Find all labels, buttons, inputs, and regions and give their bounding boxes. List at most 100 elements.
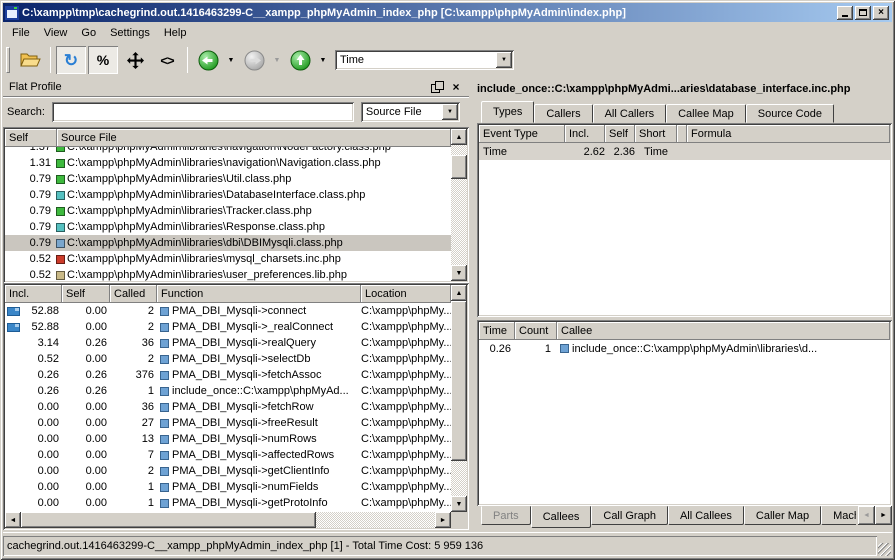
column-header-count[interactable]: Count	[515, 322, 557, 340]
menu-view[interactable]: View	[37, 24, 75, 42]
tab-scroll-right-button[interactable]: ►	[875, 506, 892, 525]
scrollbar-thumb[interactable]	[21, 512, 316, 528]
scroll-right-button[interactable]: ►	[435, 512, 451, 528]
menu-help[interactable]: Help	[157, 24, 194, 42]
function-row[interactable]: 52.880.002PMA_DBI_Mysqli->_realConnectC:…	[5, 319, 451, 335]
float-dock-icon[interactable]	[431, 81, 443, 92]
function-row[interactable]: 0.000.007PMA_DBI_Mysqli->affectedRowsC:\…	[5, 447, 451, 463]
vertical-scrollbar[interactable]: ▲ ▼	[451, 285, 467, 512]
up-dropdown-arrow[interactable]: ▼	[317, 46, 329, 74]
function-row[interactable]: 0.000.0013PMA_DBI_Mysqli->numRowsC:\xamp…	[5, 431, 451, 447]
toolbar-handle[interactable]	[6, 47, 10, 73]
scrollbar-thumb[interactable]	[451, 301, 467, 461]
column-header-formula[interactable]: Formula	[687, 125, 890, 143]
forward-dropdown-arrow[interactable]: ▼	[271, 46, 283, 74]
open-file-button[interactable]	[15, 46, 45, 74]
scroll-down-button[interactable]: ▼	[451, 265, 467, 281]
source-file-row[interactable]: 1.31C:\xampp\phpMyAdmin\libraries\naviga…	[5, 155, 451, 171]
source-file-row[interactable]: 0.79C:\xampp\phpMyAdmin\libraries\Respon…	[5, 219, 451, 235]
column-header-source-file[interactable]: Source File	[57, 129, 451, 147]
horizontal-scrollbar[interactable]: ◄ ►	[5, 512, 451, 528]
tab-parts[interactable]: Parts	[481, 506, 531, 525]
back-button[interactable]	[193, 46, 223, 74]
shorten-templates-button[interactable]: <>	[152, 46, 182, 74]
cycle-grouping-button[interactable]: ↻	[56, 46, 86, 74]
source-file-row[interactable]: 0.79C:\xampp\phpMyAdmin\libraries\Tracke…	[5, 203, 451, 219]
tab-machine[interactable]: Machine	[821, 506, 856, 525]
function-row[interactable]: 0.520.002PMA_DBI_Mysqli->selectDbC:\xamp…	[5, 351, 451, 367]
tab-callers[interactable]: Callers	[534, 104, 592, 123]
column-header-spacer[interactable]	[677, 125, 687, 143]
column-header-time[interactable]: Time	[479, 322, 515, 340]
scroll-left-button[interactable]: ◄	[5, 512, 21, 528]
function-row[interactable]: 52.880.002PMA_DBI_Mysqli->connectC:\xamp…	[5, 303, 451, 319]
menu-go[interactable]: Go	[74, 24, 103, 42]
tab-all-callers[interactable]: All Callers	[593, 104, 667, 123]
column-header-incl[interactable]: Incl.	[565, 125, 605, 143]
dock-close-icon[interactable]: ×	[449, 81, 463, 93]
tab-source-code[interactable]: Source Code	[746, 104, 834, 123]
function-row[interactable]: 0.260.261include_once::C:\xampp\phpMyAd.…	[5, 383, 451, 399]
relative-percent-button[interactable]: %	[88, 46, 118, 74]
grouping-combobox[interactable]: Source File ▼	[361, 102, 460, 122]
scrollbar-thumb[interactable]	[451, 155, 467, 179]
minimize-button[interactable]	[837, 6, 853, 20]
source-file-row[interactable]: 0.79C:\xampp\phpMyAdmin\libraries\Util.c…	[5, 171, 451, 187]
column-header-function[interactable]: Function	[157, 285, 361, 303]
expand-areas-button[interactable]	[120, 46, 150, 74]
close-button[interactable]: ×	[873, 6, 889, 20]
tab-callee-map[interactable]: Callee Map	[666, 104, 746, 123]
scroll-up-button[interactable]: ▲	[451, 285, 467, 301]
maximize-button[interactable]	[855, 6, 871, 20]
resize-grip[interactable]	[878, 543, 891, 556]
tab-scroll-left-button[interactable]: ◄	[858, 506, 875, 525]
forward-button[interactable]	[239, 46, 269, 74]
back-dropdown-arrow[interactable]: ▼	[225, 46, 237, 74]
menu-settings[interactable]: Settings	[103, 24, 157, 42]
scrollbar-track[interactable]	[21, 512, 435, 528]
vertical-scrollbar[interactable]: ▲ ▼	[451, 129, 467, 281]
column-header-called[interactable]: Called	[110, 285, 157, 303]
function-row[interactable]: 0.000.001PMA_DBI_Mysqli->getProtoInfoC:\…	[5, 495, 451, 511]
source-file-row[interactable]: 0.52C:\xampp\phpMyAdmin\libraries\user_p…	[5, 267, 451, 281]
callee-row[interactable]: 0.261include_once::C:\xampp\phpMyAdmin\l…	[479, 340, 890, 357]
tab-caller-map[interactable]: Caller Map	[744, 506, 821, 525]
dropdown-arrow-icon[interactable]: ▼	[496, 52, 512, 68]
function-row[interactable]: 0.000.0036PMA_DBI_Mysqli->fetchRowC:\xam…	[5, 399, 451, 415]
function-row[interactable]: 0.000.001PMA_DBI_Mysqli->numFieldsC:\xam…	[5, 479, 451, 495]
window-titlebar[interactable]: C:\xampp\tmp\cachegrind.out.1416463299-C…	[3, 3, 892, 22]
column-header-location[interactable]: Location	[361, 285, 451, 303]
column-header-self[interactable]: Self	[5, 129, 57, 147]
event-type-combobox[interactable]: Time ▼	[335, 50, 514, 70]
dock-titlebar[interactable]: Flat Profile ×	[3, 77, 469, 97]
scroll-up-button[interactable]: ▲	[451, 129, 467, 145]
scrollbar-track[interactable]	[451, 145, 467, 265]
source-file-row[interactable]: 0.52C:\xampp\phpMyAdmin\libraries\mysql_…	[5, 251, 451, 267]
column-header-callee[interactable]: Callee	[557, 322, 890, 340]
search-input[interactable]	[52, 102, 354, 122]
tab-types[interactable]: Types	[481, 101, 534, 123]
function-icon	[160, 451, 169, 460]
up-button[interactable]	[285, 46, 315, 74]
column-header-incl[interactable]: Incl.	[5, 285, 62, 303]
column-header-self[interactable]: Self	[605, 125, 635, 143]
function-row[interactable]: 0.000.002PMA_DBI_Mysqli->getClientInfoC:…	[5, 463, 451, 479]
source-file-row[interactable]: 0.79C:\xampp\phpMyAdmin\libraries\dbi\DB…	[5, 235, 451, 251]
event-type-row[interactable]: Time2.622.36Time	[479, 143, 890, 160]
tab-call-graph[interactable]: Call Graph	[591, 506, 668, 525]
menu-file[interactable]: File	[5, 24, 37, 42]
tab-callees[interactable]: Callees	[531, 506, 592, 528]
function-row[interactable]: 0.000.0027PMA_DBI_Mysqli->freeResultC:\x…	[5, 415, 451, 431]
column-header-self[interactable]: Self	[62, 285, 110, 303]
dropdown-arrow-icon[interactable]: ▼	[442, 104, 458, 120]
function-row[interactable]: 3.140.2636PMA_DBI_Mysqli->realQueryC:\xa…	[5, 335, 451, 351]
source-file-row[interactable]: 0.79C:\xampp\phpMyAdmin\libraries\Databa…	[5, 187, 451, 203]
tab-all-callees[interactable]: All Callees	[668, 506, 744, 525]
source-file-row[interactable]: 1.37C:\xampp\phpMyAdmin\libraries\naviga…	[5, 147, 451, 155]
column-header-event-type[interactable]: Event Type	[479, 125, 565, 143]
column-header-short[interactable]: Short	[635, 125, 677, 143]
scrollbar-corner	[451, 512, 467, 528]
scroll-down-button[interactable]: ▼	[451, 496, 467, 512]
function-row[interactable]: 0.260.26376PMA_DBI_Mysqli->fetchAssocC:\…	[5, 367, 451, 383]
scrollbar-track[interactable]	[451, 301, 467, 496]
